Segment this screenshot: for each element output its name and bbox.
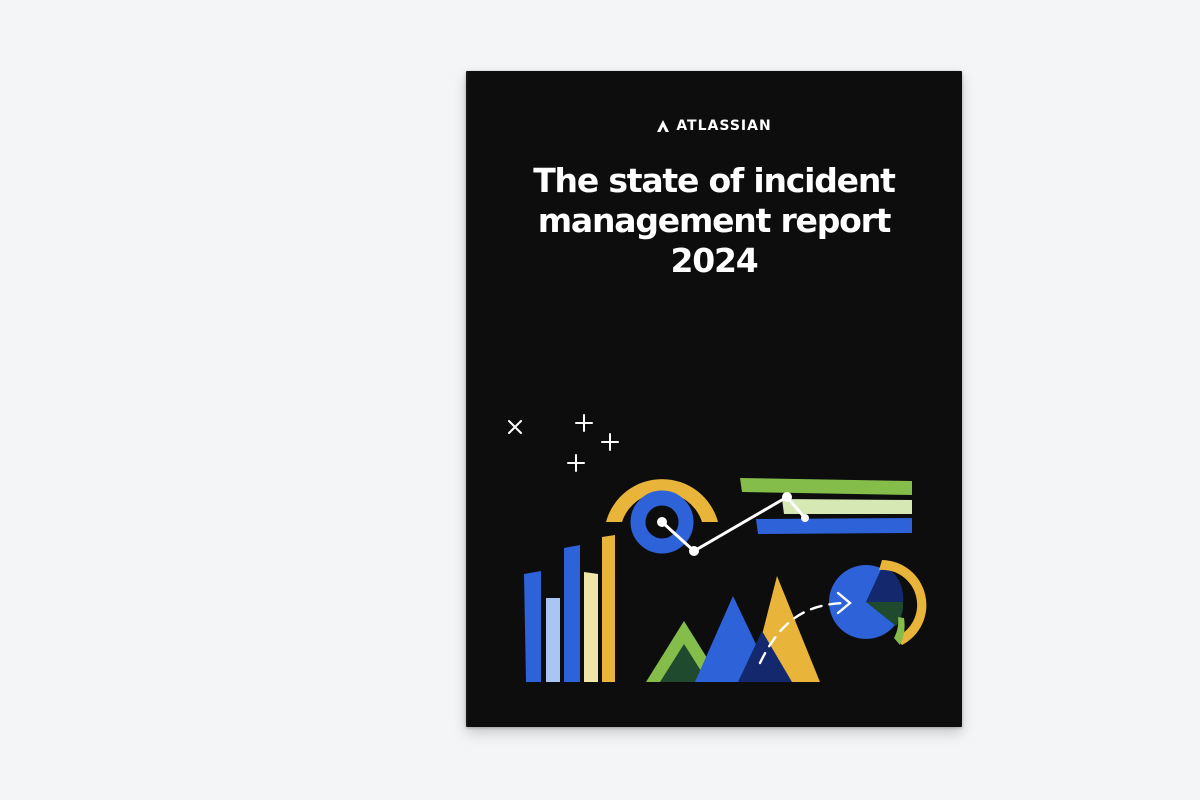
cross-mark-icon <box>508 420 522 434</box>
mountains-shape <box>646 576 820 682</box>
pie-chart-shape <box>829 560 927 645</box>
plus-mark-icon <box>601 433 619 451</box>
report-cover: ATLASSIAN The state of incident manageme… <box>466 71 962 727</box>
page-background: ATLASSIAN The state of incident manageme… <box>0 0 1200 800</box>
horizontal-bars-shape <box>740 478 912 534</box>
cover-illustration <box>508 414 927 682</box>
plus-mark-icon <box>575 414 593 432</box>
plus-mark-icon <box>567 454 585 472</box>
sparkle-marks <box>508 414 619 472</box>
bar-group-shape <box>524 535 615 682</box>
